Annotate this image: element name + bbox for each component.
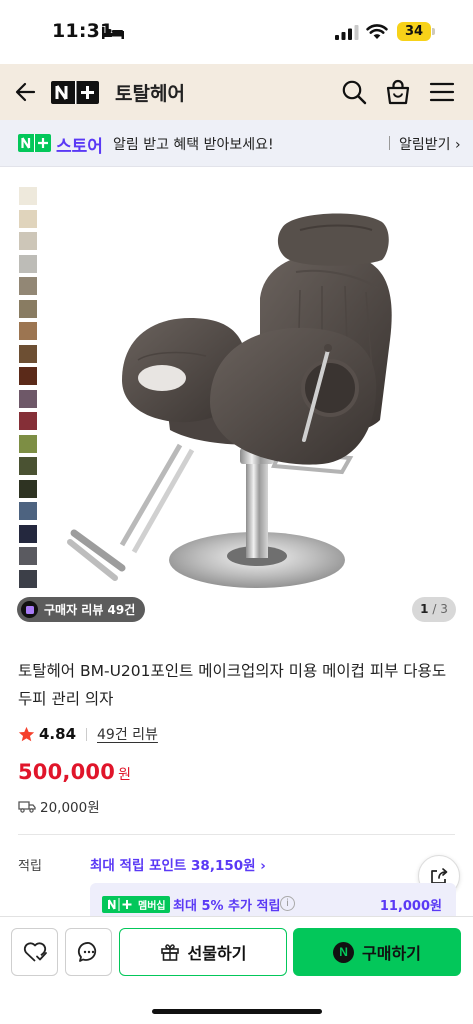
naver-icon: N	[333, 941, 355, 963]
store-name[interactable]: 토탈헤어	[115, 79, 185, 106]
color-swatch[interactable]	[19, 367, 37, 385]
membership-text: 최대 5% 추가 적립	[173, 899, 281, 914]
naver-plus-logo[interactable]	[51, 81, 99, 104]
signal-icon	[335, 25, 359, 40]
color-swatch[interactable]	[19, 277, 37, 295]
truck-icon	[18, 800, 36, 813]
color-swatch[interactable]	[19, 502, 37, 520]
product-title: 토탈헤어 BM-U201포인트 메이크업의자 미용 메이컵 피부 다용도 두피 …	[18, 662, 447, 708]
image-page-indicator: 1 / 3	[412, 597, 456, 622]
bed-icon	[102, 27, 124, 39]
section-divider	[18, 834, 455, 835]
heart-check-icon	[23, 942, 47, 962]
wifi-icon	[366, 24, 388, 39]
color-swatch[interactable]	[19, 389, 37, 408]
review-badge-label: 구매자 리뷰 49건	[44, 603, 136, 617]
buyer-review-badge[interactable]: 구매자 리뷰 49건	[17, 597, 146, 622]
battery-tip	[432, 28, 435, 35]
naver-plus-logo-small	[18, 134, 51, 152]
points-label: 적립	[18, 859, 42, 874]
membership-badge: 멤버십	[102, 896, 170, 913]
max-points-link[interactable]: 최대 적립 포인트 38,150원 ›	[90, 854, 266, 874]
home-indicator	[152, 1009, 322, 1014]
star-icon	[18, 726, 35, 741]
color-swatch[interactable]	[19, 434, 37, 453]
gift-button[interactable]: 선물하기	[119, 928, 287, 976]
color-swatch[interactable]	[19, 344, 37, 363]
gift-button-label: 선물하기	[187, 944, 247, 963]
top-nav: 토탈헤어	[0, 64, 473, 120]
color-swatch[interactable]	[19, 547, 37, 565]
price-row: 500,000 원	[18, 760, 131, 784]
color-swatch[interactable]	[19, 232, 37, 250]
product-image[interactable]	[60, 190, 460, 610]
cart-icon[interactable]	[385, 78, 411, 106]
shipping-row: 20,000원	[18, 796, 100, 816]
bottom-action-bar: 선물하기 N 구매하기	[0, 916, 473, 1024]
color-swatch-list	[19, 187, 37, 592]
menu-icon[interactable]	[429, 81, 455, 103]
review-icon	[21, 601, 38, 618]
info-icon[interactable]: i	[280, 896, 295, 911]
rating-value: 4.84	[39, 725, 77, 743]
notification-subscribe-link[interactable]: 알림받기 ›	[399, 134, 461, 154]
gift-icon	[160, 944, 179, 961]
battery-indicator: 34	[397, 22, 431, 41]
color-swatch[interactable]	[19, 187, 37, 205]
page-total: / 3	[432, 602, 448, 616]
color-swatch[interactable]	[19, 209, 37, 228]
color-swatch[interactable]	[19, 322, 37, 340]
price-unit: 원	[118, 767, 131, 783]
buy-button[interactable]: N 구매하기	[293, 928, 461, 976]
color-swatch[interactable]	[19, 457, 37, 475]
back-icon[interactable]	[12, 78, 40, 106]
color-swatch[interactable]	[19, 299, 37, 318]
color-swatch[interactable]	[19, 569, 37, 588]
chat-icon	[77, 942, 96, 962]
color-swatch[interactable]	[19, 412, 37, 430]
rating-divider	[86, 727, 88, 741]
review-count-link[interactable]: 49건 리뷰	[97, 724, 158, 744]
notice-message: 알림 받고 혜택 받아보세요!	[113, 137, 274, 153]
wishlist-button[interactable]	[11, 928, 58, 976]
price: 500,000	[18, 760, 116, 784]
membership-badge-label: 멤버십	[138, 901, 166, 912]
notification-banner[interactable]: 스토어 알림 받고 혜택 받아보세요! 알림받기 ›	[0, 120, 473, 167]
color-swatch[interactable]	[19, 479, 37, 498]
notice-store-label: 스토어	[56, 137, 103, 157]
talk-button[interactable]	[65, 928, 112, 976]
shipping-fee: 20,000원	[40, 800, 100, 816]
status-bar: 11:31 34	[0, 0, 473, 64]
page-current: 1	[420, 602, 429, 616]
color-swatch[interactable]	[19, 524, 37, 543]
color-swatch[interactable]	[19, 254, 37, 273]
notice-divider	[389, 136, 390, 150]
buy-button-label: 구매하기	[362, 944, 421, 963]
membership-amount: 11,000원	[379, 899, 442, 914]
rating-row: 4.84 49건 리뷰	[18, 724, 158, 744]
search-icon[interactable]	[341, 79, 367, 105]
